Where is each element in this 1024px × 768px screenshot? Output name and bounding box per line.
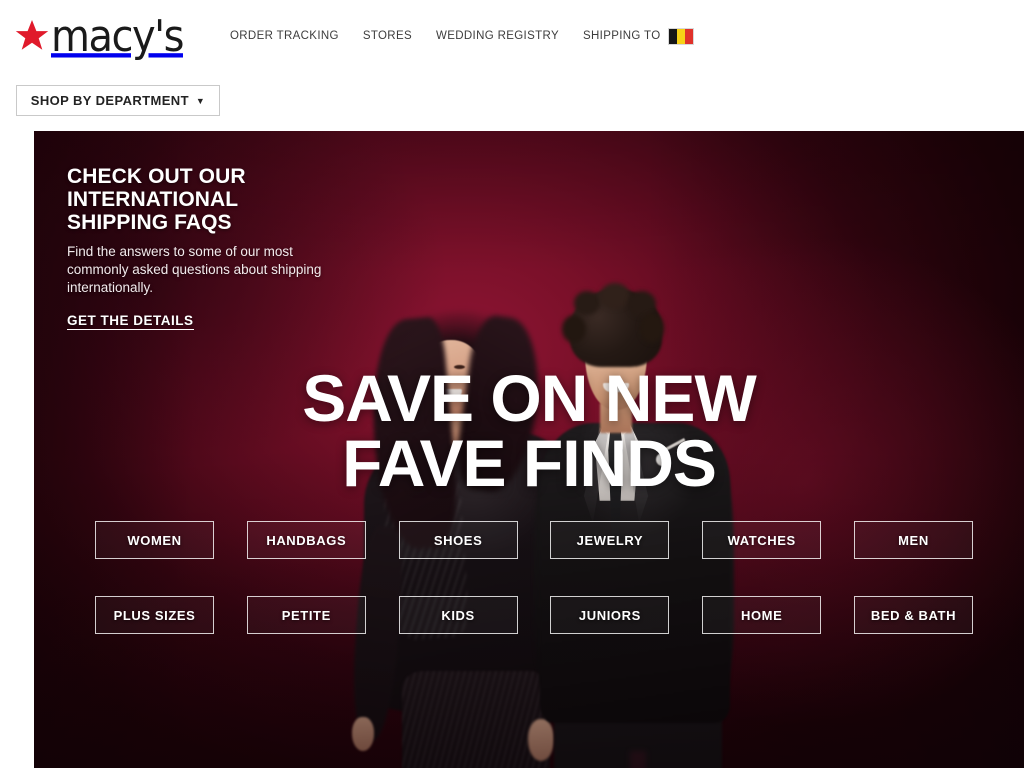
site-header: macy's ORDER TRACKING STORES WEDDING REG… [0,0,1024,188]
utility-bar: macy's ORDER TRACKING STORES WEDDING REG… [0,0,1024,72]
chevron-down-icon: ▼ [195,95,206,106]
macys-logo[interactable]: macy's [14,12,184,62]
nav-stores[interactable]: STORES [363,30,412,42]
category-row-1: WOMEN HANDBAGS SHOES JEWELRY WATCHES MEN [95,521,973,559]
shipping-to-label: SHIPPING TO [582,30,661,42]
shipping-to-selector[interactable]: SHIPPING TO [582,27,694,45]
category-button-kids[interactable]: KIDS [398,596,518,634]
category-buttons: WOMEN HANDBAGS SHOES JEWELRY WATCHES MEN… [95,521,973,634]
headline-line-2: FAVE FINDS [342,425,717,500]
shop-by-department-label: SHOP BY DEPARTMENT [30,93,189,108]
category-button-juniors[interactable]: JUNIORS [550,596,670,634]
category-button-home[interactable]: HOME [702,596,822,634]
category-button-petite[interactable]: PETITE [246,596,366,634]
promo-title: CHECK OUT OUR INTERNATIONAL SHIPPING FAQ… [67,165,246,235]
utility-nav: ORDER TRACKING STORES WEDDING REGISTRY S… [230,27,694,45]
category-button-women[interactable]: WOMEN [95,521,214,559]
nav-order-tracking[interactable]: ORDER TRACKING [230,30,339,42]
hero-headline: SAVE ON NEW FAVE FINDS [34,361,1024,500]
star-icon [14,18,50,54]
category-button-men[interactable]: MEN [853,521,973,559]
belgium-flag-icon [667,27,694,45]
headline-line-1: SAVE ON NEW [302,361,756,435]
category-button-jewelry[interactable]: JEWELRY [550,521,670,559]
main-nav-bar: SHOP BY DEPARTMENT ▼ [0,72,1024,188]
category-button-watches[interactable]: WATCHES [702,521,822,559]
category-button-bed-bath[interactable]: BED & BATH [853,596,973,634]
category-button-plus-sizes[interactable]: PLUS SIZES [95,596,214,634]
nav-wedding-registry[interactable]: WEDDING REGISTRY [436,30,559,42]
macys-wordmark: macy's [51,12,184,62]
shop-by-department-button[interactable]: SHOP BY DEPARTMENT ▼ [16,85,220,116]
get-the-details-link[interactable]: GET THE DETAILS [67,313,194,331]
category-button-handbags[interactable]: HANDBAGS [246,521,366,559]
category-row-2: PLUS SIZES PETITE KIDS JUNIORS HOME BED … [95,596,973,634]
category-button-shoes[interactable]: SHOES [398,521,518,559]
promo-body: Find the answers to some of our most com… [67,244,322,296]
shipping-faq-promo: CHECK OUT OUR INTERNATIONAL SHIPPING FAQ… [67,165,327,331]
hero-banner: CHECK OUT OUR INTERNATIONAL SHIPPING FAQ… [34,131,1024,768]
